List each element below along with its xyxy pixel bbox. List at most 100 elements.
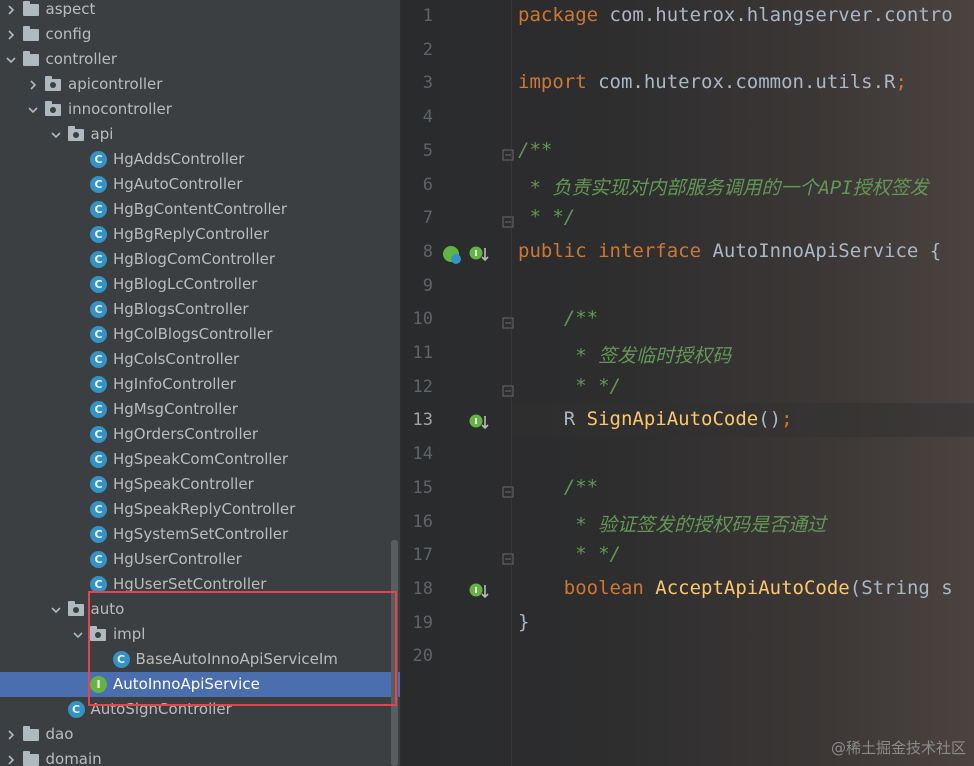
code-line[interactable]: /**	[518, 307, 598, 329]
tree-item[interactable]: controller	[0, 47, 400, 72]
chevron-down-icon[interactable]	[72, 629, 84, 641]
tree-item[interactable]: config	[0, 22, 400, 47]
line-number: 7	[422, 208, 433, 229]
tree-item-label: HgBlogComController	[113, 250, 276, 268]
implemented-in-icon[interactable]	[468, 412, 490, 434]
code-line[interactable]: * 负责实现对内部服务调用的一个API授权签发	[518, 173, 929, 200]
line-number: 18	[412, 578, 433, 599]
tree-item-label: HgSpeakReplyController	[113, 500, 296, 518]
tree-item-label: HgMsgController	[113, 400, 238, 418]
tree-item[interactable]: domain	[0, 747, 400, 766]
tree-item[interactable]: C HgSpeakReplyController	[0, 497, 400, 522]
gutter-separator	[511, 0, 512, 766]
tree-item[interactable]: C HgUserController	[0, 547, 400, 572]
chevron-right-icon[interactable]	[5, 29, 17, 41]
line-number: 17	[412, 545, 433, 566]
fold-marker-icon[interactable]	[502, 550, 514, 565]
chevron-right-icon[interactable]	[5, 729, 17, 741]
code-line[interactable]: }	[518, 611, 529, 633]
line-number: 1	[422, 6, 433, 26]
code-line[interactable]: import com.huterox.common.utils.R;	[518, 71, 907, 93]
tree-item[interactable]: C HgSystemSetController	[0, 522, 400, 547]
tree-item[interactable]: C HgMsgController	[0, 397, 400, 422]
tree-item-label: dao	[45, 725, 74, 743]
code-token: * 验证签发的授权码是否通过	[518, 513, 827, 536]
tree-item-label: HgInfoController	[113, 375, 236, 393]
tree-item[interactable]: C HgAddsController	[0, 147, 400, 172]
tree-item[interactable]: C HgSpeakComController	[0, 447, 400, 472]
code-token: com.huterox.common.utils.R	[598, 71, 896, 94]
chevron-down-icon[interactable]	[50, 129, 62, 141]
code-line[interactable]: /**	[518, 476, 598, 498]
tree-item[interactable]: apicontroller	[0, 72, 400, 97]
tree-item[interactable]: dao	[0, 722, 400, 747]
tree-item-label: HgBgContentController	[113, 200, 288, 218]
tree-item[interactable]: C HgBlogLcController	[0, 272, 400, 297]
chevron-down-icon[interactable]	[5, 54, 17, 66]
code-line[interactable]: * 验证签发的授权码是否通过	[518, 510, 826, 537]
class-icon: C	[90, 151, 107, 168]
tree-item[interactable]: api	[0, 122, 400, 147]
code-line[interactable]: * */	[518, 206, 575, 228]
implemented-in-icon[interactable]	[468, 581, 490, 603]
line-number: 9	[422, 275, 433, 296]
code-line[interactable]: package com.huterox.hlangserver.contro	[518, 4, 953, 26]
code-line[interactable]: * */	[518, 375, 621, 397]
tree-item-label: controller	[45, 50, 118, 68]
tree-item[interactable]: C HgBlogComController	[0, 247, 400, 272]
line-number: 15	[412, 477, 433, 498]
tree-item[interactable]: C HgBgReplyController	[0, 222, 400, 247]
class-icon: C	[90, 501, 107, 518]
chevron-right-icon[interactable]	[5, 4, 17, 16]
tree-item[interactable]: C HgBgContentController	[0, 197, 400, 222]
class-icon: C	[90, 376, 107, 393]
class-icon: C	[90, 451, 107, 468]
code-token: ;	[781, 408, 793, 431]
fold-marker-icon[interactable]	[502, 314, 514, 329]
code-token: * 负责实现对内部服务调用的一个API授权签发	[518, 176, 929, 199]
code-line[interactable]: /**	[518, 139, 552, 161]
line-number: 14	[412, 444, 433, 465]
tree-item[interactable]: C HgAutoController	[0, 172, 400, 197]
tree-item[interactable]: C HgInfoController	[0, 372, 400, 397]
code-token: * 签发临时授权码	[518, 345, 732, 367]
fold-marker-icon[interactable]	[502, 146, 514, 161]
code-token: }	[518, 610, 530, 633]
code-token: ()	[758, 408, 782, 431]
line-number: 10	[412, 309, 433, 330]
class-icon: C	[90, 301, 107, 318]
code-token: SignApiAutoCode	[586, 408, 759, 431]
tree-item[interactable]: C HgSpeakController	[0, 472, 400, 497]
tree-item[interactable]: C HgColBlogsController	[0, 322, 400, 347]
watermark: @稀土掘金技术社区	[830, 739, 966, 757]
tree-item[interactable]: C HgOrdersController	[0, 422, 400, 447]
tree-item[interactable]: aspect	[0, 0, 400, 22]
tree-item[interactable]: C HgColsController	[0, 347, 400, 372]
code-line[interactable]: R SignApiAutoCode();	[518, 408, 793, 430]
tree-item[interactable]: C HgBlogsController	[0, 297, 400, 322]
fold-marker-icon[interactable]	[502, 213, 514, 228]
class-icon: C	[90, 226, 107, 243]
chevron-down-icon[interactable]	[50, 604, 62, 616]
line-number: 20	[412, 646, 433, 667]
fold-marker-icon[interactable]	[502, 483, 514, 498]
chevron-right-icon[interactable]	[5, 754, 17, 766]
code-editor[interactable]: 1 2 3 4 5 6 7 8 9 10 11 12 13 14 15 16 17 18 19 20 package …	[401, 0, 974, 766]
line-number: 3	[422, 73, 433, 94]
fold-marker-icon[interactable]	[502, 382, 514, 397]
folder-icon	[45, 101, 61, 116]
tree-item[interactable]: innocontroller	[0, 97, 400, 122]
code-line[interactable]: boolean AcceptApiAutoCode(String s	[518, 577, 953, 599]
spring-bean-icon[interactable]	[441, 244, 463, 266]
implemented-in-icon[interactable]	[468, 244, 490, 266]
class-icon: C	[90, 176, 107, 193]
tree-item-label: HgColsController	[113, 350, 240, 368]
code-line[interactable]: * */	[518, 543, 621, 565]
tree-item-label: HgAddsController	[113, 150, 245, 168]
chevron-right-icon[interactable]	[27, 79, 39, 91]
code-line[interactable]: public interface AutoInnoApiService {	[518, 240, 941, 262]
code-line[interactable]: * 签发临时授权码	[518, 341, 731, 368]
code-token: /**	[518, 475, 599, 498]
code-token: package	[518, 4, 610, 26]
chevron-down-icon[interactable]	[27, 104, 39, 116]
